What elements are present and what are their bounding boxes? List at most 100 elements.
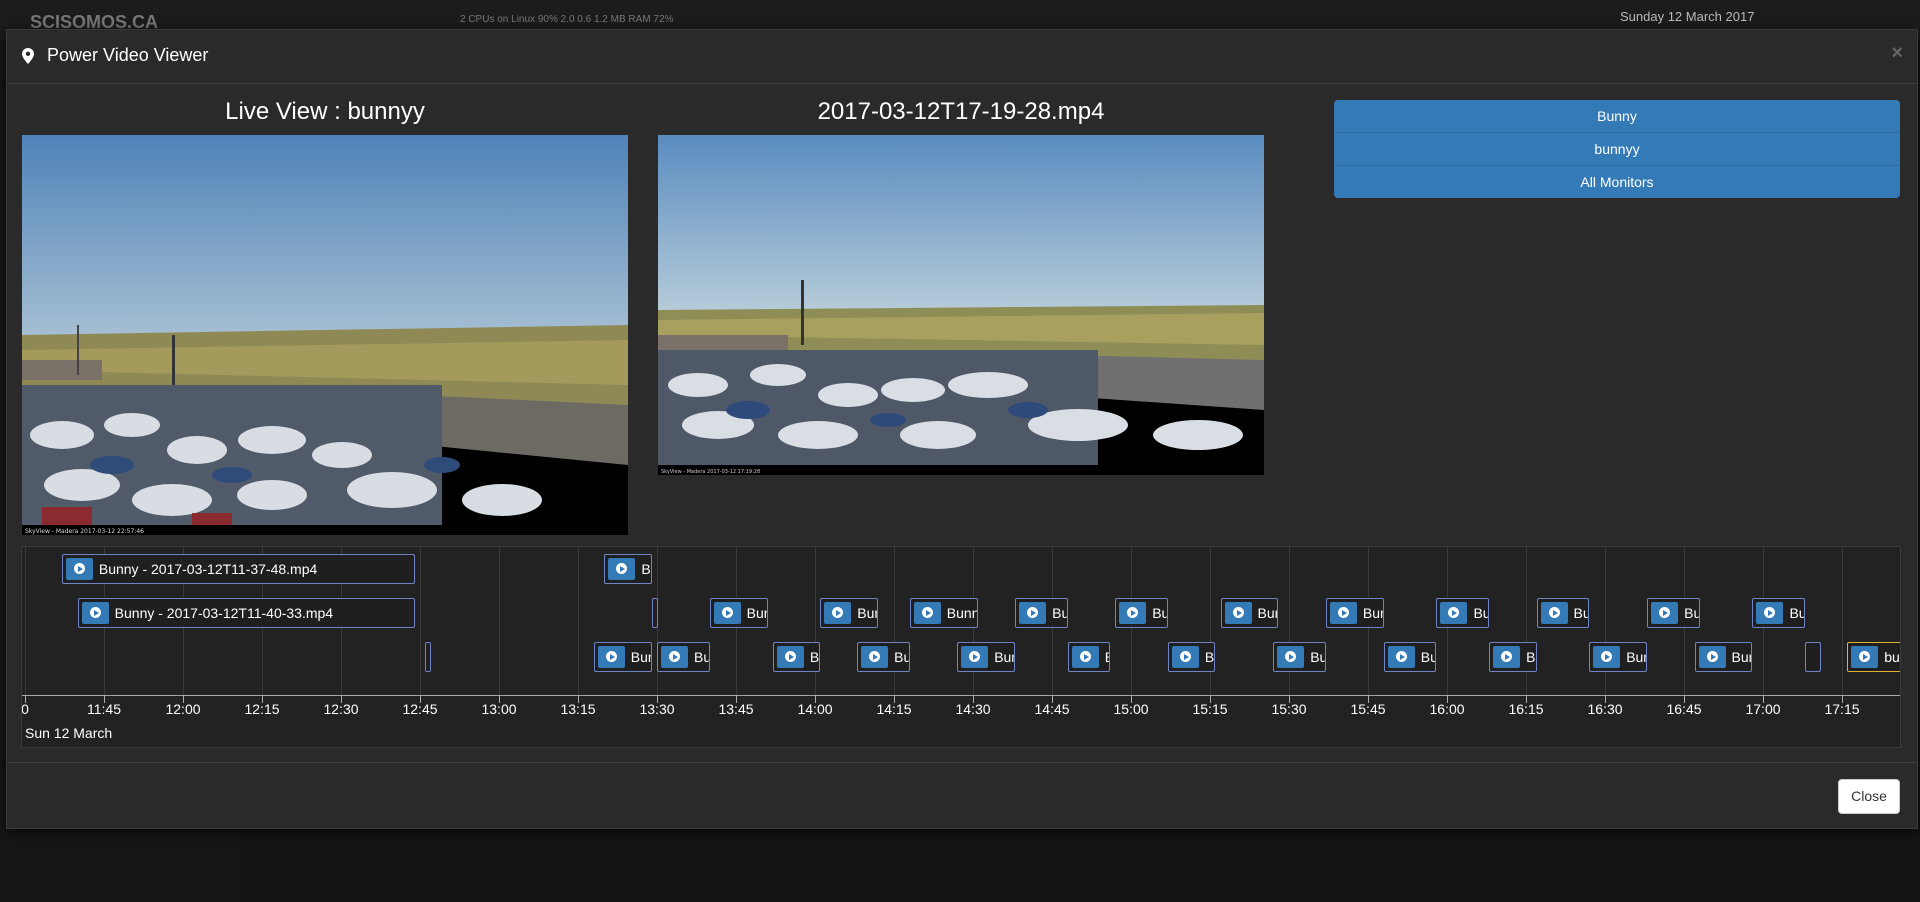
modal-title: Power Video Viewer	[47, 45, 209, 65]
play-circle-icon	[1224, 602, 1252, 624]
timeline-gridline	[1842, 547, 1843, 695]
timeline-clip-label: Bunny	[1310, 649, 1326, 665]
play-circle-icon	[1329, 602, 1357, 624]
timeline-clip[interactable]: Bunny	[1167, 642, 1216, 672]
play-circle-icon	[1119, 602, 1147, 624]
timeline-clip[interactable]: Bunny	[857, 642, 910, 672]
timeline-gridline	[1289, 547, 1290, 695]
timeline-clip-label: Bunny	[1257, 605, 1278, 621]
timeline-tick-label: 13:15	[560, 701, 596, 717]
play-circle-icon	[1493, 646, 1521, 668]
timeline-clip-label: Bunny	[1105, 643, 1109, 671]
timeline-clip[interactable]: Bunny	[1325, 598, 1384, 628]
timeline-clip-label: Bunny - 2017-03-12T11-40-33.mp4	[114, 605, 334, 621]
timeline-clip-label: Bunny	[630, 649, 651, 665]
play-circle-icon	[1756, 602, 1784, 624]
timeline-clip-label: bunnyy	[1884, 649, 1900, 665]
play-circle-icon	[661, 646, 688, 668]
timeline-gridline	[894, 547, 895, 695]
timeline-gridline	[1210, 547, 1211, 695]
play-circle-icon	[1019, 602, 1047, 624]
timeline-clip[interactable]: Bunny	[820, 598, 879, 628]
timeline-tick-label: 13:45	[718, 701, 754, 717]
timeline-tick-label: 15:45	[1350, 701, 1386, 717]
timeline-tick-label: 17:15	[1824, 701, 1860, 717]
timeline-tick-label: 0	[21, 701, 29, 717]
play-circle-icon	[1698, 646, 1726, 668]
timeline-tick-label: 16:45	[1666, 701, 1702, 717]
timeline-gridline	[815, 547, 816, 695]
live-view-video[interactable]: SkyView - Madera 2017-03-12 22:57:46	[22, 135, 628, 535]
timeline-tick-label: 16:30	[1587, 701, 1623, 717]
timeline-clip-label: Bunny	[1731, 649, 1752, 665]
play-circle-icon	[597, 646, 625, 668]
timeline-tick-label: 14:15	[876, 701, 912, 717]
power-video-viewer-modal: Power Video Viewer × Live View : bunnyy	[6, 29, 1918, 829]
play-circle-icon	[1387, 646, 1415, 668]
recording-timeline[interactable]: Sun 12 March 0 11:45 12:00 12:15 12:30 12:45 1…	[21, 546, 1901, 748]
play-circle-icon	[713, 602, 741, 624]
recording-video[interactable]: SkyView - Madera 2017-03-12 17:19:28	[658, 135, 1264, 475]
timeline-clip[interactable]	[425, 642, 432, 672]
timeline-clip-label: Bunny	[1152, 605, 1168, 621]
close-button[interactable]: Close	[1838, 779, 1900, 814]
timeline-tick-label: 15:00	[1113, 701, 1149, 717]
timeline-clip-label: Bunny	[1573, 605, 1590, 621]
timeline-clip[interactable]	[1805, 642, 1821, 672]
timeline-clip[interactable]	[651, 598, 658, 628]
timeline-clip[interactable]: Bunny	[1589, 642, 1648, 672]
play-circle-icon	[1540, 602, 1568, 624]
timeline-tick-label: 12:30	[323, 701, 359, 717]
close-icon[interactable]: ×	[1891, 43, 1903, 63]
play-circle-icon	[776, 646, 804, 668]
timeline-gridline	[1526, 547, 1527, 695]
timeline-clip[interactable]: Bunny	[772, 642, 821, 672]
timeline-clip[interactable]: Bunny	[709, 598, 768, 628]
timeline-clip[interactable]: Bunny - 2017-03-12T11-37-48.mp4	[61, 554, 415, 584]
timeline-clip[interactable]: bunnyy	[1847, 642, 1900, 672]
play-circle-icon	[1651, 602, 1679, 624]
monitor-bunny-button[interactable]: Bunny	[1334, 100, 1900, 133]
timeline-clip-label: Bunny	[641, 561, 651, 577]
play-circle-icon	[1593, 646, 1621, 668]
play-circle-icon	[1851, 646, 1879, 668]
monitor-list: Bunny bunnyy All Monitors	[1334, 100, 1900, 198]
timeline-tick-label: 16:00	[1429, 701, 1465, 717]
play-circle-icon	[608, 558, 636, 580]
timeline-clip[interactable]: Bunny - 2017-03-12T11-40-33.mp4	[77, 598, 415, 628]
timeline-clip[interactable]: Bunny	[1220, 598, 1279, 628]
timeline-clip[interactable]: Bunny	[1536, 598, 1590, 628]
map-marker-icon	[22, 48, 34, 64]
timeline-clip[interactable]: Bunny	[957, 642, 1016, 672]
play-circle-icon	[824, 602, 852, 624]
timeline-gridline	[1605, 547, 1606, 695]
timeline-clip[interactable]: Bunny	[1383, 642, 1437, 672]
timeline-clip-label: Bunny	[1420, 649, 1437, 665]
timeline-clip-label: Bunny - 2017-03-12T11-37-48.mp4	[98, 561, 318, 577]
timeline-tick-label: 14:30	[955, 701, 991, 717]
live-view-title: Live View : bunnyy	[225, 98, 425, 125]
timeline-clip[interactable]: Bunny	[1752, 598, 1806, 628]
timeline-clip[interactable]: Bunny	[1015, 598, 1068, 628]
timeline-clip[interactable]: Bunny	[593, 642, 652, 672]
timeline-clip[interactable]: Bunny	[604, 554, 652, 584]
timeline-clip[interactable]: Bunny	[1273, 642, 1326, 672]
timeline-clip[interactable]: Bunny	[1115, 598, 1168, 628]
timeline-clip[interactable]: Bunny	[1067, 642, 1110, 672]
all-monitors-button[interactable]: All Monitors	[1334, 166, 1900, 198]
timeline-clip-label: Bunny	[746, 605, 767, 621]
timeline-clip[interactable]: Bunny	[1647, 598, 1700, 628]
timeline-clip[interactable]: Bunny	[909, 598, 979, 628]
play-circle-icon	[1071, 646, 1099, 668]
timeline-clip[interactable]: Bunny	[1694, 642, 1753, 672]
timeline-tick-label: 14:45	[1034, 701, 1070, 717]
play-circle-icon	[961, 646, 989, 668]
timeline-clip[interactable]: Bunny	[1489, 642, 1537, 672]
timeline-clip[interactable]: Bunny	[1436, 598, 1490, 628]
timeline-clip-label: Bunny	[809, 649, 820, 665]
timeline-clip[interactable]: Bunny	[657, 642, 710, 672]
svg-text:SkyView - Madera 2017-03-12 17: SkyView - Madera 2017-03-12 17:19:28	[661, 469, 760, 475]
timeline-tick-label: 12:00	[165, 701, 201, 717]
monitor-bunnyy-button[interactable]: bunnyy	[1334, 133, 1900, 166]
play-circle-icon	[1171, 646, 1199, 668]
